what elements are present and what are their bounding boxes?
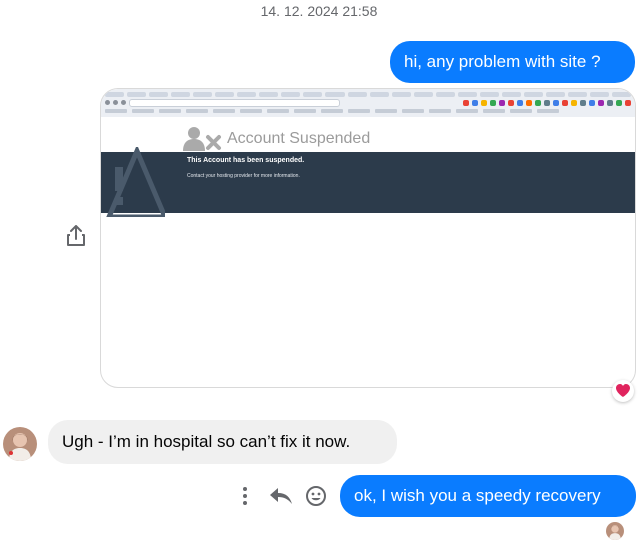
share-icon[interactable] bbox=[66, 225, 86, 247]
browser-chrome bbox=[101, 89, 635, 117]
suspended-heading: Account Suspended bbox=[227, 130, 371, 147]
seen-avatar bbox=[606, 522, 624, 540]
message-bubble-incoming[interactable]: Ugh - I’m in hospital so can’t fix it no… bbox=[48, 420, 397, 464]
suspended-header: Account Suspended bbox=[183, 127, 370, 151]
screenshot-attachment[interactable]: Account Suspended This Account has been … bbox=[100, 88, 636, 388]
more-options-icon[interactable] bbox=[236, 485, 254, 507]
conversation-timestamp: 14. 12. 2024 21:58 bbox=[260, 3, 378, 19]
heart-reaction-icon[interactable] bbox=[612, 380, 634, 402]
suspended-banner: This Account has been suspended. Contact… bbox=[101, 147, 635, 217]
react-emoji-icon[interactable] bbox=[305, 485, 327, 507]
reply-icon[interactable] bbox=[268, 485, 294, 507]
browser-address-row bbox=[105, 98, 631, 107]
message-bubble-outgoing[interactable]: hi, any problem with site ? bbox=[390, 41, 635, 83]
bookmarks-bar bbox=[105, 109, 631, 114]
browser-tabs bbox=[105, 92, 632, 97]
contact-avatar[interactable] bbox=[3, 427, 37, 461]
banner-subtitle: Contact your hosting provider for more i… bbox=[187, 173, 300, 179]
user-blocked-icon bbox=[183, 127, 221, 151]
warning-triangle-icon bbox=[106, 147, 165, 217]
address-bar bbox=[129, 98, 340, 107]
message-bubble-outgoing[interactable]: ok, I wish you a speedy recovery bbox=[340, 475, 636, 517]
banner-title: This Account has been suspended. bbox=[187, 157, 305, 164]
